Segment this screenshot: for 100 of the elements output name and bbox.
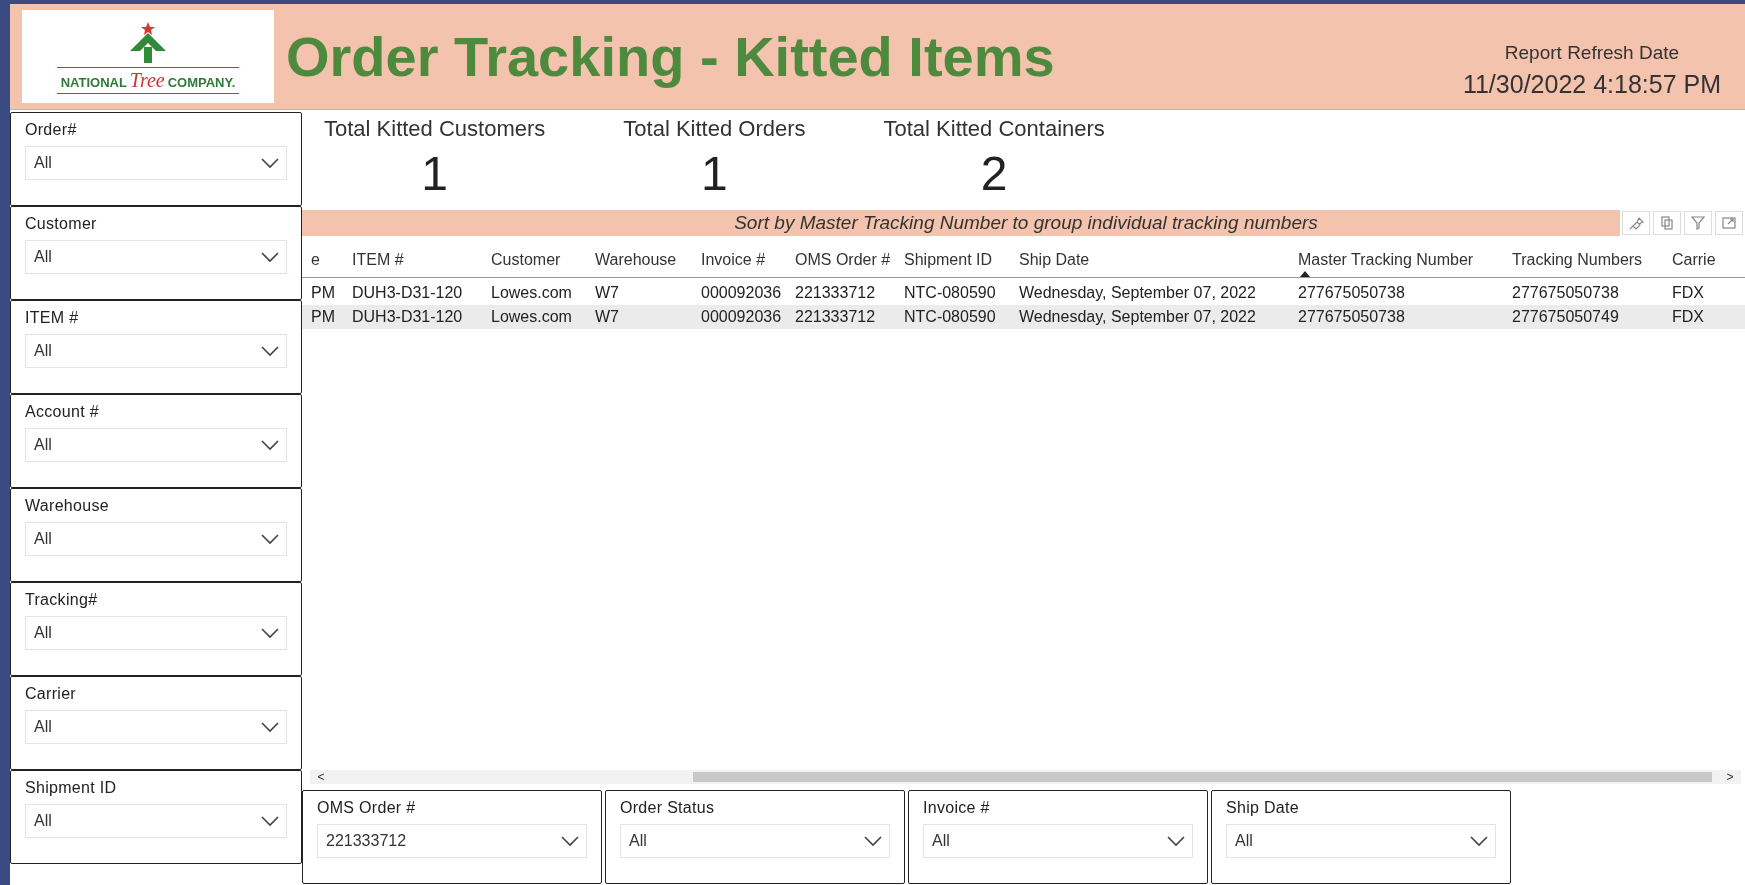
refresh-date: 11/30/2022 4:18:57 PM — [1462, 70, 1721, 99]
filter-dropdown[interactable]: All — [1226, 824, 1496, 858]
chevron-down-icon — [260, 815, 280, 827]
chevron-down-icon — [260, 345, 280, 357]
dropdown-value: All — [1235, 832, 1253, 850]
filter-dropdown[interactable]: All — [25, 522, 287, 556]
table-cell-text: 277675050738 — [1512, 284, 1620, 302]
dropdown-value: All — [932, 832, 950, 850]
expand-button[interactable] — [1715, 211, 1743, 235]
filter-dropdown[interactable]: All — [25, 240, 287, 274]
column-header[interactable]: ITEM # — [352, 242, 491, 277]
chevron-down-icon — [560, 835, 580, 847]
dropdown-value: All — [34, 154, 52, 172]
filter-label: Customer — [25, 215, 98, 233]
filter-dropdown[interactable]: All — [620, 824, 890, 858]
filter-label: OMS Order # — [317, 799, 417, 817]
table-row[interactable]: PM DUH3-D31-120 Lowes.com W7 000092036 221333712 NTC-080590 Wednesday, September 07, 2022 277675050738 277675050749 FDX — [302, 305, 1745, 329]
logo-word: NATIONAL — [60, 75, 127, 90]
column-header[interactable]: Ship Date — [1019, 242, 1298, 277]
filter-dropdown[interactable]: All — [25, 428, 287, 462]
table-cell-text: 000092036 — [701, 308, 783, 326]
chevron-down-icon — [260, 533, 280, 545]
chevron-down-icon — [260, 627, 280, 639]
kpi-value: 1 — [701, 146, 728, 201]
kpi-label: Total Kitted Containers — [883, 116, 1105, 142]
filter-dropdown[interactable]: All — [25, 804, 287, 838]
chevron-down-icon — [1469, 835, 1489, 847]
table-cell-text: Lowes.com — [491, 308, 573, 326]
table-cell-text: 277675050749 — [1512, 308, 1620, 326]
filter-dropdown[interactable]: All — [25, 710, 287, 744]
filter-label: Tracking# — [25, 591, 99, 609]
chevron-down-icon — [260, 721, 280, 733]
filter-dropdown[interactable]: 221333712 — [317, 824, 587, 858]
filter-label: Order Status — [620, 799, 716, 817]
chevron-down-icon — [260, 251, 280, 263]
pin-button[interactable] — [1622, 211, 1650, 235]
logo-word: COMPANY. — [167, 75, 236, 90]
table-cell-text: NTC-080590 — [904, 284, 997, 302]
filter-label: Account # — [25, 403, 100, 421]
filter-dropdown[interactable]: All — [923, 824, 1193, 858]
banner-text: Sort by Master Tracking Number to group individual tracking numbers — [733, 212, 1319, 234]
table-cell-text: FDX — [1672, 284, 1705, 302]
filter-label: Invoice # — [923, 799, 991, 817]
dropdown-value: All — [34, 812, 52, 830]
kpi-label: Total Kitted Orders — [623, 116, 806, 142]
table-cell-text: FDX — [1672, 308, 1705, 326]
copy-icon — [1659, 215, 1675, 231]
column-header[interactable]: Warehouse — [595, 242, 701, 277]
column-header[interactable]: Invoice # — [701, 242, 795, 277]
column-header[interactable]: e — [311, 242, 352, 277]
kpi-label: Total Kitted Customers — [324, 116, 546, 142]
table-cell-text: 000092036 — [701, 284, 783, 302]
column-header[interactable]: Carrie — [1672, 242, 1745, 277]
filter-label: Warehouse — [25, 497, 110, 515]
table-cell-text: 221333712 — [795, 308, 877, 326]
dropdown-value: All — [34, 342, 52, 360]
filter-dropdown[interactable]: All — [25, 146, 287, 180]
refresh-label: Report Refresh Date — [1504, 42, 1680, 64]
chevron-down-icon — [1166, 835, 1186, 847]
table-cell-text: Wednesday, September 07, 2022 — [1019, 308, 1257, 326]
filter-label: Ship Date — [1226, 799, 1300, 817]
column-header[interactable]: OMS Order # — [795, 242, 904, 277]
filter-button[interactable] — [1684, 211, 1712, 235]
logo-script-word: Tree — [129, 69, 165, 92]
filter-icon — [1690, 215, 1706, 231]
chevron-down-icon — [863, 835, 883, 847]
horizontal-scrollbar[interactable]: < > — [310, 770, 1741, 784]
filter-dropdown[interactable]: All — [25, 616, 287, 650]
kpi-value: 2 — [980, 146, 1008, 201]
scroll-right-button[interactable]: > — [1719, 770, 1741, 784]
table-cell-text: 221333712 — [795, 284, 877, 302]
kpi-value: 1 — [421, 146, 448, 201]
table-cell-text: 277675050738 — [1298, 308, 1406, 326]
filter-label: Shipment ID — [25, 779, 118, 797]
column-header[interactable]: Customer — [491, 242, 595, 277]
scroll-left-button[interactable]: < — [310, 770, 332, 784]
report-title: Order Tracking - Kitted Items — [286, 24, 1056, 89]
filter-label: Order# — [25, 121, 78, 139]
filter-label: Carrier — [25, 685, 77, 703]
column-header[interactable]: Tracking Numbers — [1512, 242, 1672, 277]
table-cell-text: PM — [311, 308, 336, 326]
dropdown-value: 221333712 — [326, 832, 407, 850]
table-cell-text: W7 — [595, 308, 620, 326]
table-cell-text: DUH3-D31-120 — [352, 308, 464, 326]
copy-button[interactable] — [1653, 211, 1681, 235]
table-cell-text: 277675050738 — [1298, 284, 1406, 302]
table-cell-text: W7 — [595, 284, 620, 302]
dropdown-value: All — [629, 832, 647, 850]
table-cell-text: DUH3-D31-120 — [352, 284, 464, 302]
filter-dropdown[interactable]: All — [25, 334, 287, 368]
chevron-down-icon — [260, 439, 280, 451]
column-header[interactable]: Shipment ID — [904, 242, 1019, 277]
table-cell-text: Lowes.com — [491, 284, 573, 302]
dropdown-value: All — [34, 248, 52, 266]
chevron-down-icon — [260, 157, 280, 169]
filter-label: ITEM # — [25, 309, 80, 327]
scrollbar-thumb[interactable] — [692, 772, 1713, 782]
table-cell-text: PM — [311, 284, 336, 302]
dropdown-value: All — [34, 624, 52, 642]
dropdown-value: All — [34, 718, 52, 736]
